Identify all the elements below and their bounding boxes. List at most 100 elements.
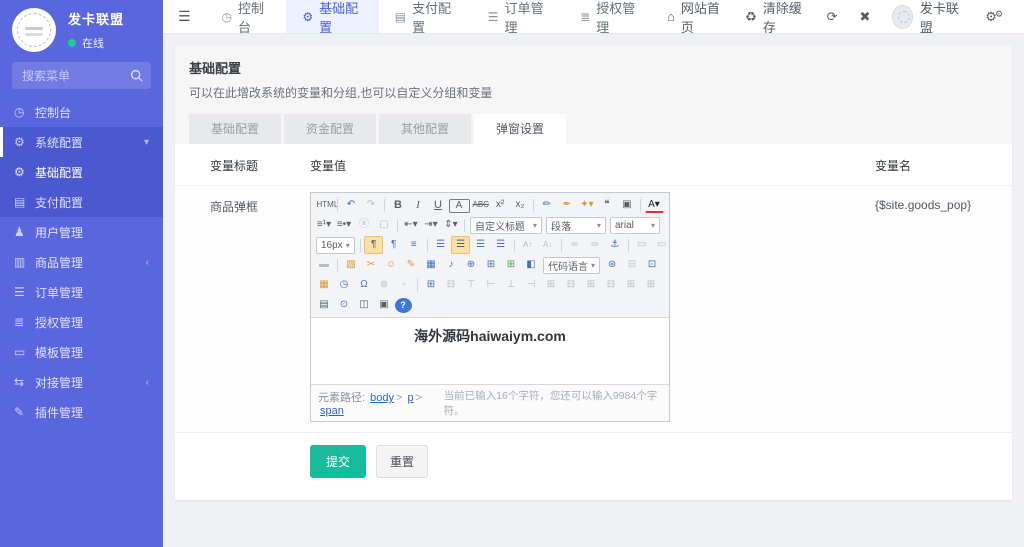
page-break-icon[interactable]: ⊟: [623, 256, 642, 274]
nav-item-basic-config[interactable]: ⚙ 基础配置: [286, 0, 379, 35]
to-lowercase-icon[interactable]: A↓: [538, 236, 557, 254]
align-center-icon[interactable]: ☰: [451, 236, 471, 254]
blockquote-icon[interactable]: ❝: [598, 196, 617, 214]
delete-table-icon[interactable]: ⊟: [442, 276, 461, 294]
merge-right-icon[interactable]: ⊞: [582, 276, 601, 294]
sidebar-item-basic-config[interactable]: ⚙ 基础配置: [0, 157, 163, 187]
submit-button[interactable]: 提交: [310, 445, 367, 478]
anchor-icon[interactable]: ⚓: [605, 236, 624, 254]
custom-title-select[interactable]: 自定义标题 ▾: [470, 216, 542, 234]
clear-cache-link[interactable]: ♻ 清除缓存: [734, 0, 815, 35]
rtl-icon[interactable]: ¶: [384, 236, 403, 254]
emotion-icon[interactable]: ☺: [382, 256, 401, 274]
line-height-icon[interactable]: ⇕▾: [442, 216, 461, 234]
reset-button[interactable]: 重置: [376, 445, 429, 478]
align-right-icon[interactable]: ☰: [471, 236, 490, 254]
clock-icon[interactable]: ◷: [335, 276, 354, 294]
calendar-icon[interactable]: ▦: [315, 276, 334, 294]
about-icon[interactable]: ?: [394, 297, 412, 313]
sidebar-item-dashboard[interactable]: ◷ 控制台: [0, 97, 163, 127]
insert-row-icon[interactable]: ⊤: [462, 276, 481, 294]
delete-col-icon[interactable]: ⊣: [522, 276, 541, 294]
screenshot-icon[interactable]: ✂: [362, 256, 381, 274]
underline-icon[interactable]: U: [429, 196, 448, 214]
font-family-select[interactable]: arial ▾: [610, 216, 660, 234]
redo-icon[interactable]: ↷: [362, 196, 381, 214]
first-line-indent-icon[interactable]: ⇤▾: [402, 216, 421, 234]
table-props-icon[interactable]: ⊞: [622, 276, 641, 294]
baidu-map-icon[interactable]: ⊞: [502, 256, 521, 274]
bold-icon[interactable]: B: [389, 196, 408, 214]
sidebar-item-user-management[interactable]: ♟ 用户管理: [0, 217, 163, 247]
paste-filter-icon[interactable]: ▣: [618, 196, 637, 214]
merge-cells-icon[interactable]: ⊞: [542, 276, 561, 294]
source-code-icon[interactable]: HTML: [315, 196, 339, 214]
image-icon[interactable]: ▧: [342, 256, 361, 274]
graffiti-icon[interactable]: ✎: [402, 256, 421, 274]
strikethrough-icon[interactable]: ABC: [471, 196, 490, 214]
blank-doc-icon[interactable]: ▢: [375, 216, 394, 234]
tab-other[interactable]: 其他配置: [379, 114, 472, 144]
nav-item-order-management[interactable]: ☰ 订单管理: [472, 0, 564, 35]
cell-props-icon[interactable]: ⊞: [642, 276, 661, 294]
indent-icon[interactable]: ⇥▾: [422, 216, 441, 234]
format-painter-icon[interactable]: ✒: [558, 196, 577, 214]
sidebar-item-goods-management[interactable]: ▥ 商品管理 ‹: [0, 247, 163, 277]
site-home-link[interactable]: ⌂ 网站首页: [656, 0, 734, 35]
disabled-tool-icon[interactable]: ▭: [632, 236, 651, 254]
paragraph-format-select[interactable]: 段落 ▾: [546, 216, 606, 234]
template-icon[interactable]: ▣: [375, 296, 394, 314]
undo-icon[interactable]: ↶: [342, 196, 361, 214]
ordered-list-icon[interactable]: ≡¹▾: [315, 216, 334, 234]
brand-avatar[interactable]: [12, 8, 56, 52]
map-icon[interactable]: ⊞: [482, 256, 501, 274]
superscript-icon[interactable]: x²: [491, 196, 510, 214]
highlight-color-icon[interactable]: ab▾: [665, 196, 667, 214]
path-p-link[interactable]: p: [407, 392, 413, 404]
nav-item-dashboard[interactable]: ◷ 控制台: [206, 0, 287, 35]
sidebar-item-integration-management[interactable]: ⇆ 对接管理 ‹: [0, 367, 163, 397]
font-color-icon[interactable]: A▾: [644, 198, 664, 213]
find-replace-icon[interactable]: ◫: [355, 296, 374, 314]
spellcheck-icon[interactable]: ▫: [395, 276, 414, 294]
auto-typeset-icon[interactable]: ✦▾: [578, 196, 597, 214]
quick-format-icon[interactable]: ◨: [663, 256, 666, 274]
font-border-icon[interactable]: A: [448, 198, 470, 213]
unordered-list-icon[interactable]: ≡•▾: [335, 216, 354, 234]
path-span-link[interactable]: span: [320, 405, 344, 417]
code-language-select[interactable]: 代码语言 ▾: [543, 256, 601, 274]
insert-code-icon[interactable]: ◧: [522, 256, 541, 274]
tab-fund[interactable]: 资金配置: [284, 114, 377, 144]
settings-menu[interactable]: ⚙⚙: [974, 0, 1016, 33]
sidebar-item-template-management[interactable]: ▭ 模板管理: [0, 337, 163, 367]
fullscreen-button[interactable]: ✖: [849, 0, 882, 33]
world-icon[interactable]: ⊛: [603, 256, 622, 274]
nav-item-payment-config[interactable]: ▤ 支付配置: [379, 0, 472, 35]
editor-content[interactable]: 海外源码haiwaiym.com: [311, 318, 669, 384]
sidebar-item-system-config[interactable]: ⚙ 系统配置 ▾: [0, 127, 163, 157]
a-style-icon[interactable]: ⓐ: [355, 216, 374, 234]
format-eraser-icon[interactable]: ✏: [538, 196, 557, 214]
table-icon[interactable]: ⊞: [422, 276, 441, 294]
menu-toggle-icon[interactable]: ☰: [163, 8, 206, 25]
align-left-icon[interactable]: ☰: [431, 236, 450, 254]
tab-basic[interactable]: 基础配置: [189, 114, 282, 144]
insert-col-icon[interactable]: ⊢: [482, 276, 501, 294]
ltr-icon[interactable]: ¶: [364, 236, 384, 254]
table-sort-icon[interactable]: ⇩: [662, 276, 667, 294]
align-justify-icon[interactable]: ☰: [491, 236, 510, 254]
formula-icon[interactable]: ⊛: [375, 276, 394, 294]
font-size-select[interactable]: 16px ▾: [316, 236, 355, 254]
sidebar-item-order-management[interactable]: ☰ 订单管理: [0, 277, 163, 307]
italic-icon[interactable]: I: [409, 196, 428, 214]
tab-popup[interactable]: 弹窗设置: [474, 114, 567, 144]
refresh-button[interactable]: ⟳: [816, 0, 849, 33]
print-icon[interactable]: ▤: [315, 296, 334, 314]
split-cell-icon[interactable]: ⊟: [562, 276, 581, 294]
user-menu[interactable]: 发卡联盟: [881, 0, 974, 35]
search-icon[interactable]: [130, 69, 143, 82]
link-icon[interactable]: ∞: [565, 236, 584, 254]
preview-icon[interactable]: ⊙: [335, 296, 354, 314]
attachment-icon[interactable]: ⊕: [462, 256, 481, 274]
sidebar-item-payment-config[interactable]: ▤ 支付配置: [0, 187, 163, 217]
